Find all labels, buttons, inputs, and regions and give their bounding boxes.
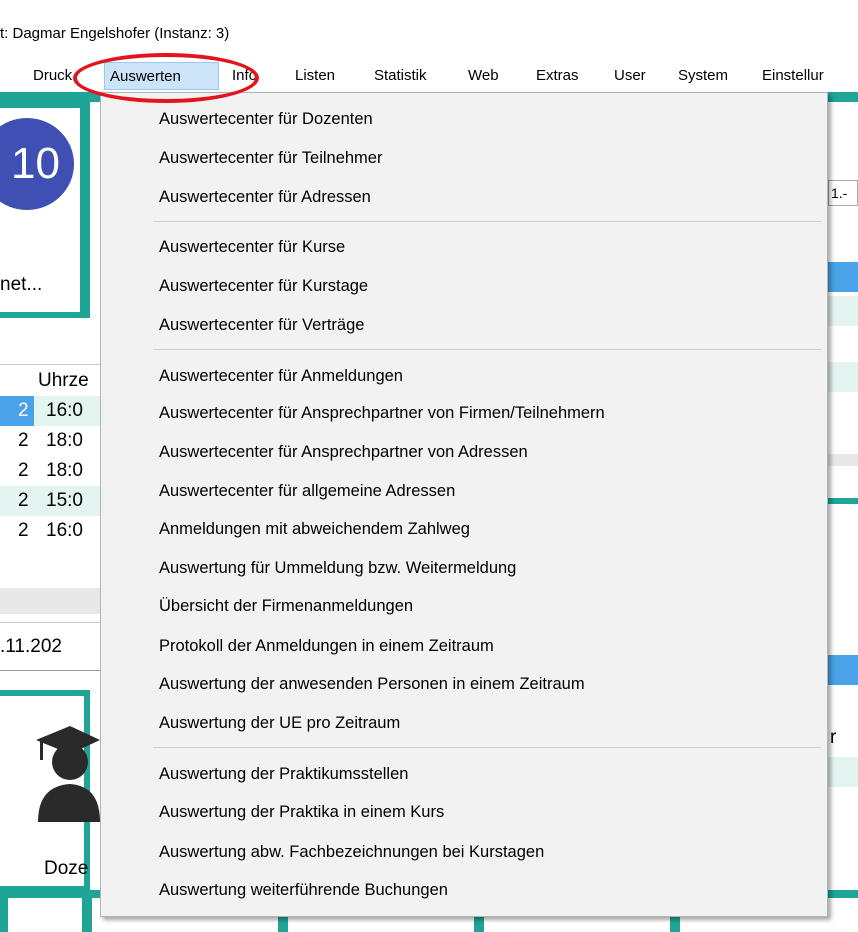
menu-item-auswertecenter-dozenten[interactable]: Auswertecenter für Dozenten [159,104,373,134]
bottom-tile[interactable] [8,898,82,932]
menu-bar: Druck Auswerten Info Listen Statistik We… [0,62,858,92]
menu-item-auswertecenter-anmeldungen[interactable]: Auswertecenter für Anmeldungen [159,361,403,391]
table-row[interactable] [828,757,858,787]
teacher-icon [36,726,100,822]
menu-item-praktikumsstellen[interactable]: Auswertung der Praktikumsstellen [159,759,408,789]
menu-item-anwesende-personen[interactable]: Auswertung der anwesenden Personen in ei… [159,669,585,699]
menu-separator [153,221,821,222]
scroll-strip[interactable] [0,588,100,614]
window-title-bar: t: Dagmar Engelshofer (Instanz: 3) [0,0,858,62]
menu-system[interactable]: System [673,62,733,90]
menu-item-auswertecenter-kurstage[interactable]: Auswertecenter für Kurstage [159,271,368,301]
menu-auswerten[interactable]: Auswerten [104,62,219,90]
menu-druck[interactable]: Druck [28,62,77,90]
table-header-line [0,364,100,365]
menu-item-ansprechpartner-adressen[interactable]: Auswertecenter für Ansprechpartner von A… [159,437,528,467]
table-row[interactable] [828,362,858,392]
row-marker: 2 [18,490,29,511]
window-title: t: Dagmar Engelshofer (Instanz: 3) [0,25,230,42]
menu-item-firmenanmeldungen[interactable]: Übersicht der Firmenanmeldungen [159,591,413,621]
menu-listen[interactable]: Listen [290,62,340,90]
row-time: 16:0 [46,520,83,541]
tile-label: net... [0,274,43,295]
row-marker: 2 [18,460,29,481]
divider [0,622,100,623]
right-input[interactable]: 1.- [828,180,858,206]
menu-item-auswertecenter-kurse[interactable]: Auswertecenter für Kurse [159,232,345,262]
row-time: 15:0 [46,490,83,511]
menu-item-ansprechpartner-firmen[interactable]: Auswertecenter für Ansprechpartner von F… [159,398,605,428]
row-time: 18:0 [46,430,83,451]
auswerten-dropdown-menu: Auswertecenter für Dozenten Auswertecent… [100,92,828,917]
row-time: 16:0 [46,400,83,421]
row-marker: 2 [0,396,34,426]
menu-statistik[interactable]: Statistik [369,62,432,90]
selected-row[interactable] [828,655,858,685]
divider [0,670,100,671]
menu-item-fachbezeichnungen[interactable]: Auswertung abw. Fachbezeichnungen bei Ku… [159,837,544,867]
scroll-strip[interactable] [828,454,858,466]
menu-info[interactable]: Info [227,62,262,90]
table-row[interactable] [828,296,858,326]
menu-item-abweichender-zahlweg[interactable]: Anmeldungen mit abweichendem Zahlweg [159,514,470,544]
menu-item-auswertecenter-adressen[interactable]: Auswertecenter für Adressen [159,182,371,212]
menu-separator [153,747,821,748]
menu-item-ue-pro-zeitraum[interactable]: Auswertung der UE pro Zeitraum [159,708,400,738]
date-field[interactable]: .11.202 [0,632,62,662]
row-time: 18:0 [46,460,83,481]
right-char: r [830,727,837,748]
menu-web[interactable]: Web [463,62,504,90]
menu-item-weiterfuehrende-buchungen[interactable]: Auswertung weiterführende Buchungen [159,875,448,905]
menu-item-ummeldung[interactable]: Auswertung für Ummeldung bzw. Weitermeld… [159,553,516,583]
menu-extras[interactable]: Extras [531,62,584,90]
row-marker: 2 [18,430,29,451]
selected-row[interactable] [828,262,858,292]
row-marker: 2 [18,520,29,541]
table-header-time[interactable]: Uhrze [38,366,100,396]
menu-separator [153,349,821,350]
menu-item-auswertecenter-teilnehmer[interactable]: Auswertecenter für Teilnehmer [159,143,382,173]
menu-einstellungen[interactable]: Einstellur [757,62,829,90]
menu-item-protokoll-anmeldungen[interactable]: Protokoll der Anmeldungen in einem Zeitr… [159,631,494,661]
menu-item-allgemeine-adressen[interactable]: Auswertecenter für allgemeine Adressen [159,476,455,506]
teacher-label: Doze [44,858,89,879]
menu-user[interactable]: User [609,62,651,90]
menu-item-praktika-kurs[interactable]: Auswertung der Praktika in einem Kurs [159,797,444,827]
menu-item-auswertecenter-vertraege[interactable]: Auswertecenter für Verträge [159,310,364,340]
section-divider [828,498,858,504]
